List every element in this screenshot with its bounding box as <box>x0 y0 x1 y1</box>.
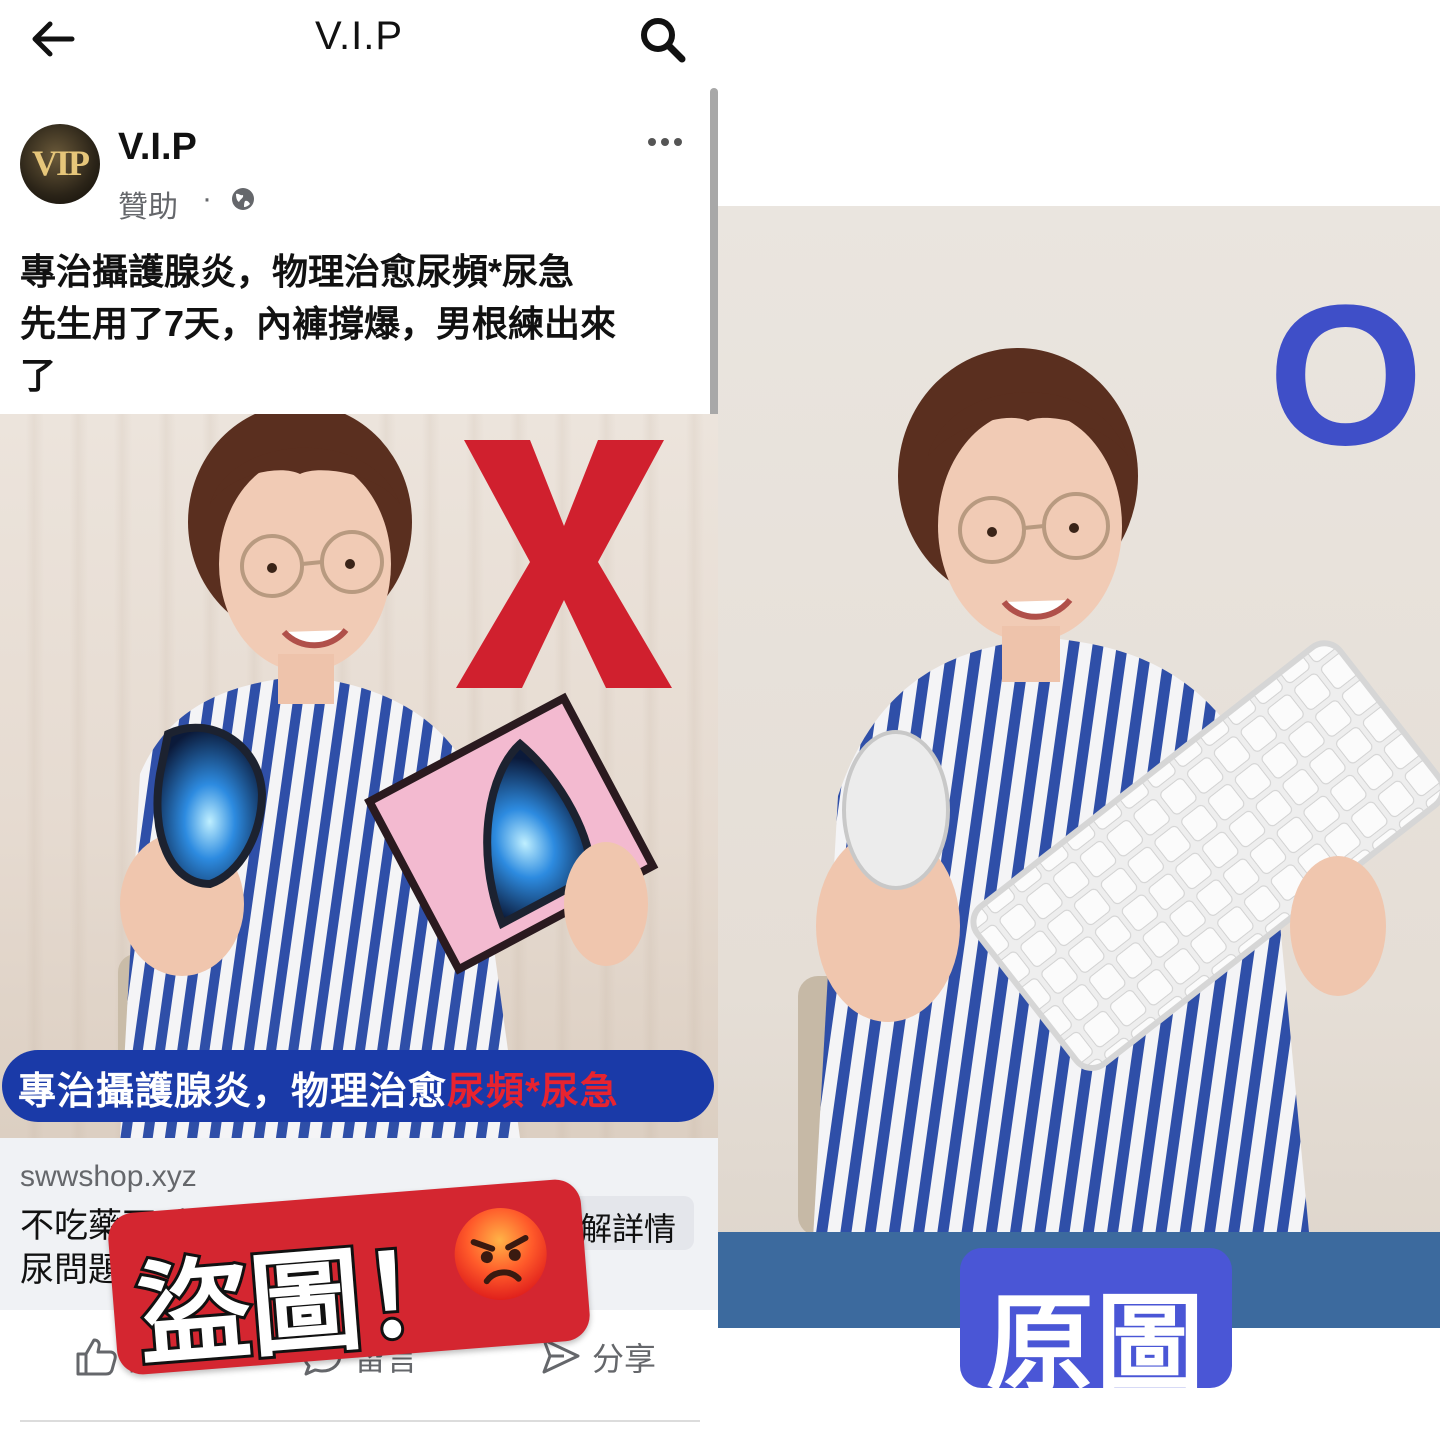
angry-face-icon <box>454 1208 547 1301</box>
avatar[interactable]: VIP <box>20 124 100 204</box>
ad-caption-banner: 專治攝護腺炎，物理治愈尿頻*尿急 <box>2 1050 714 1122</box>
divider <box>20 1420 700 1422</box>
original-image-text: 原圖 <box>985 1284 1206 1405</box>
x-mark-shape <box>456 440 672 688</box>
stolen-image-text: 盜圖！ <box>131 1225 482 1382</box>
post-body: 專治攝護腺炎，物理治愈尿頻*尿急 先生用了7天，內褲撐爆，男根練出來 了 <box>20 246 700 402</box>
sponsored-label: 贊助 <box>118 191 178 224</box>
ellipsis-icon <box>648 138 682 146</box>
mouse <box>842 730 950 890</box>
post-text-line: 專治攝護腺炎，物理治愈尿頻*尿急 <box>20 251 575 292</box>
link-domain: swwshop.xyz <box>20 1160 197 1193</box>
right-hand <box>1290 856 1386 996</box>
globe-icon <box>232 188 254 210</box>
thumbs-up-icon <box>76 1338 117 1376</box>
page-name-link[interactable]: V.I.P <box>118 126 197 169</box>
more-options-button[interactable] <box>640 124 690 160</box>
ad-caption-highlight: 尿頻*尿急 <box>447 1071 619 1113</box>
avatar-logo: VIP <box>32 143 90 183</box>
right-hand <box>564 842 648 966</box>
ad-screenshot-pane: V.I.P VIP V.I.P 贊助 · 專治攝護腺炎，物理治愈尿頻*尿急 先生… <box>0 0 718 1440</box>
ad-caption-text: 專治攝護腺炎，物理治愈尿頻*尿急 <box>18 1060 619 1115</box>
original-image-pane <box>718 0 1440 1440</box>
top-bar: V.I.P <box>0 0 718 80</box>
share-label: 分享 <box>592 1341 657 1377</box>
separator-dot: · <box>202 182 212 215</box>
post-text-line: 先生用了7天，內褲撐爆，男根練出來 <box>20 303 617 344</box>
o-mark: O <box>1268 264 1424 487</box>
ad-caption-prefix: 專治攝護腺炎，物理治愈 <box>18 1071 448 1113</box>
original-image-badge: 原圖 <box>960 1248 1232 1405</box>
page-title: V.I.P <box>314 14 404 58</box>
search-icon <box>641 18 686 63</box>
search-button[interactable] <box>632 10 692 68</box>
post-text-line: 了 <box>20 355 57 396</box>
x-mark <box>456 440 672 688</box>
ad-image[interactable] <box>0 414 718 1138</box>
